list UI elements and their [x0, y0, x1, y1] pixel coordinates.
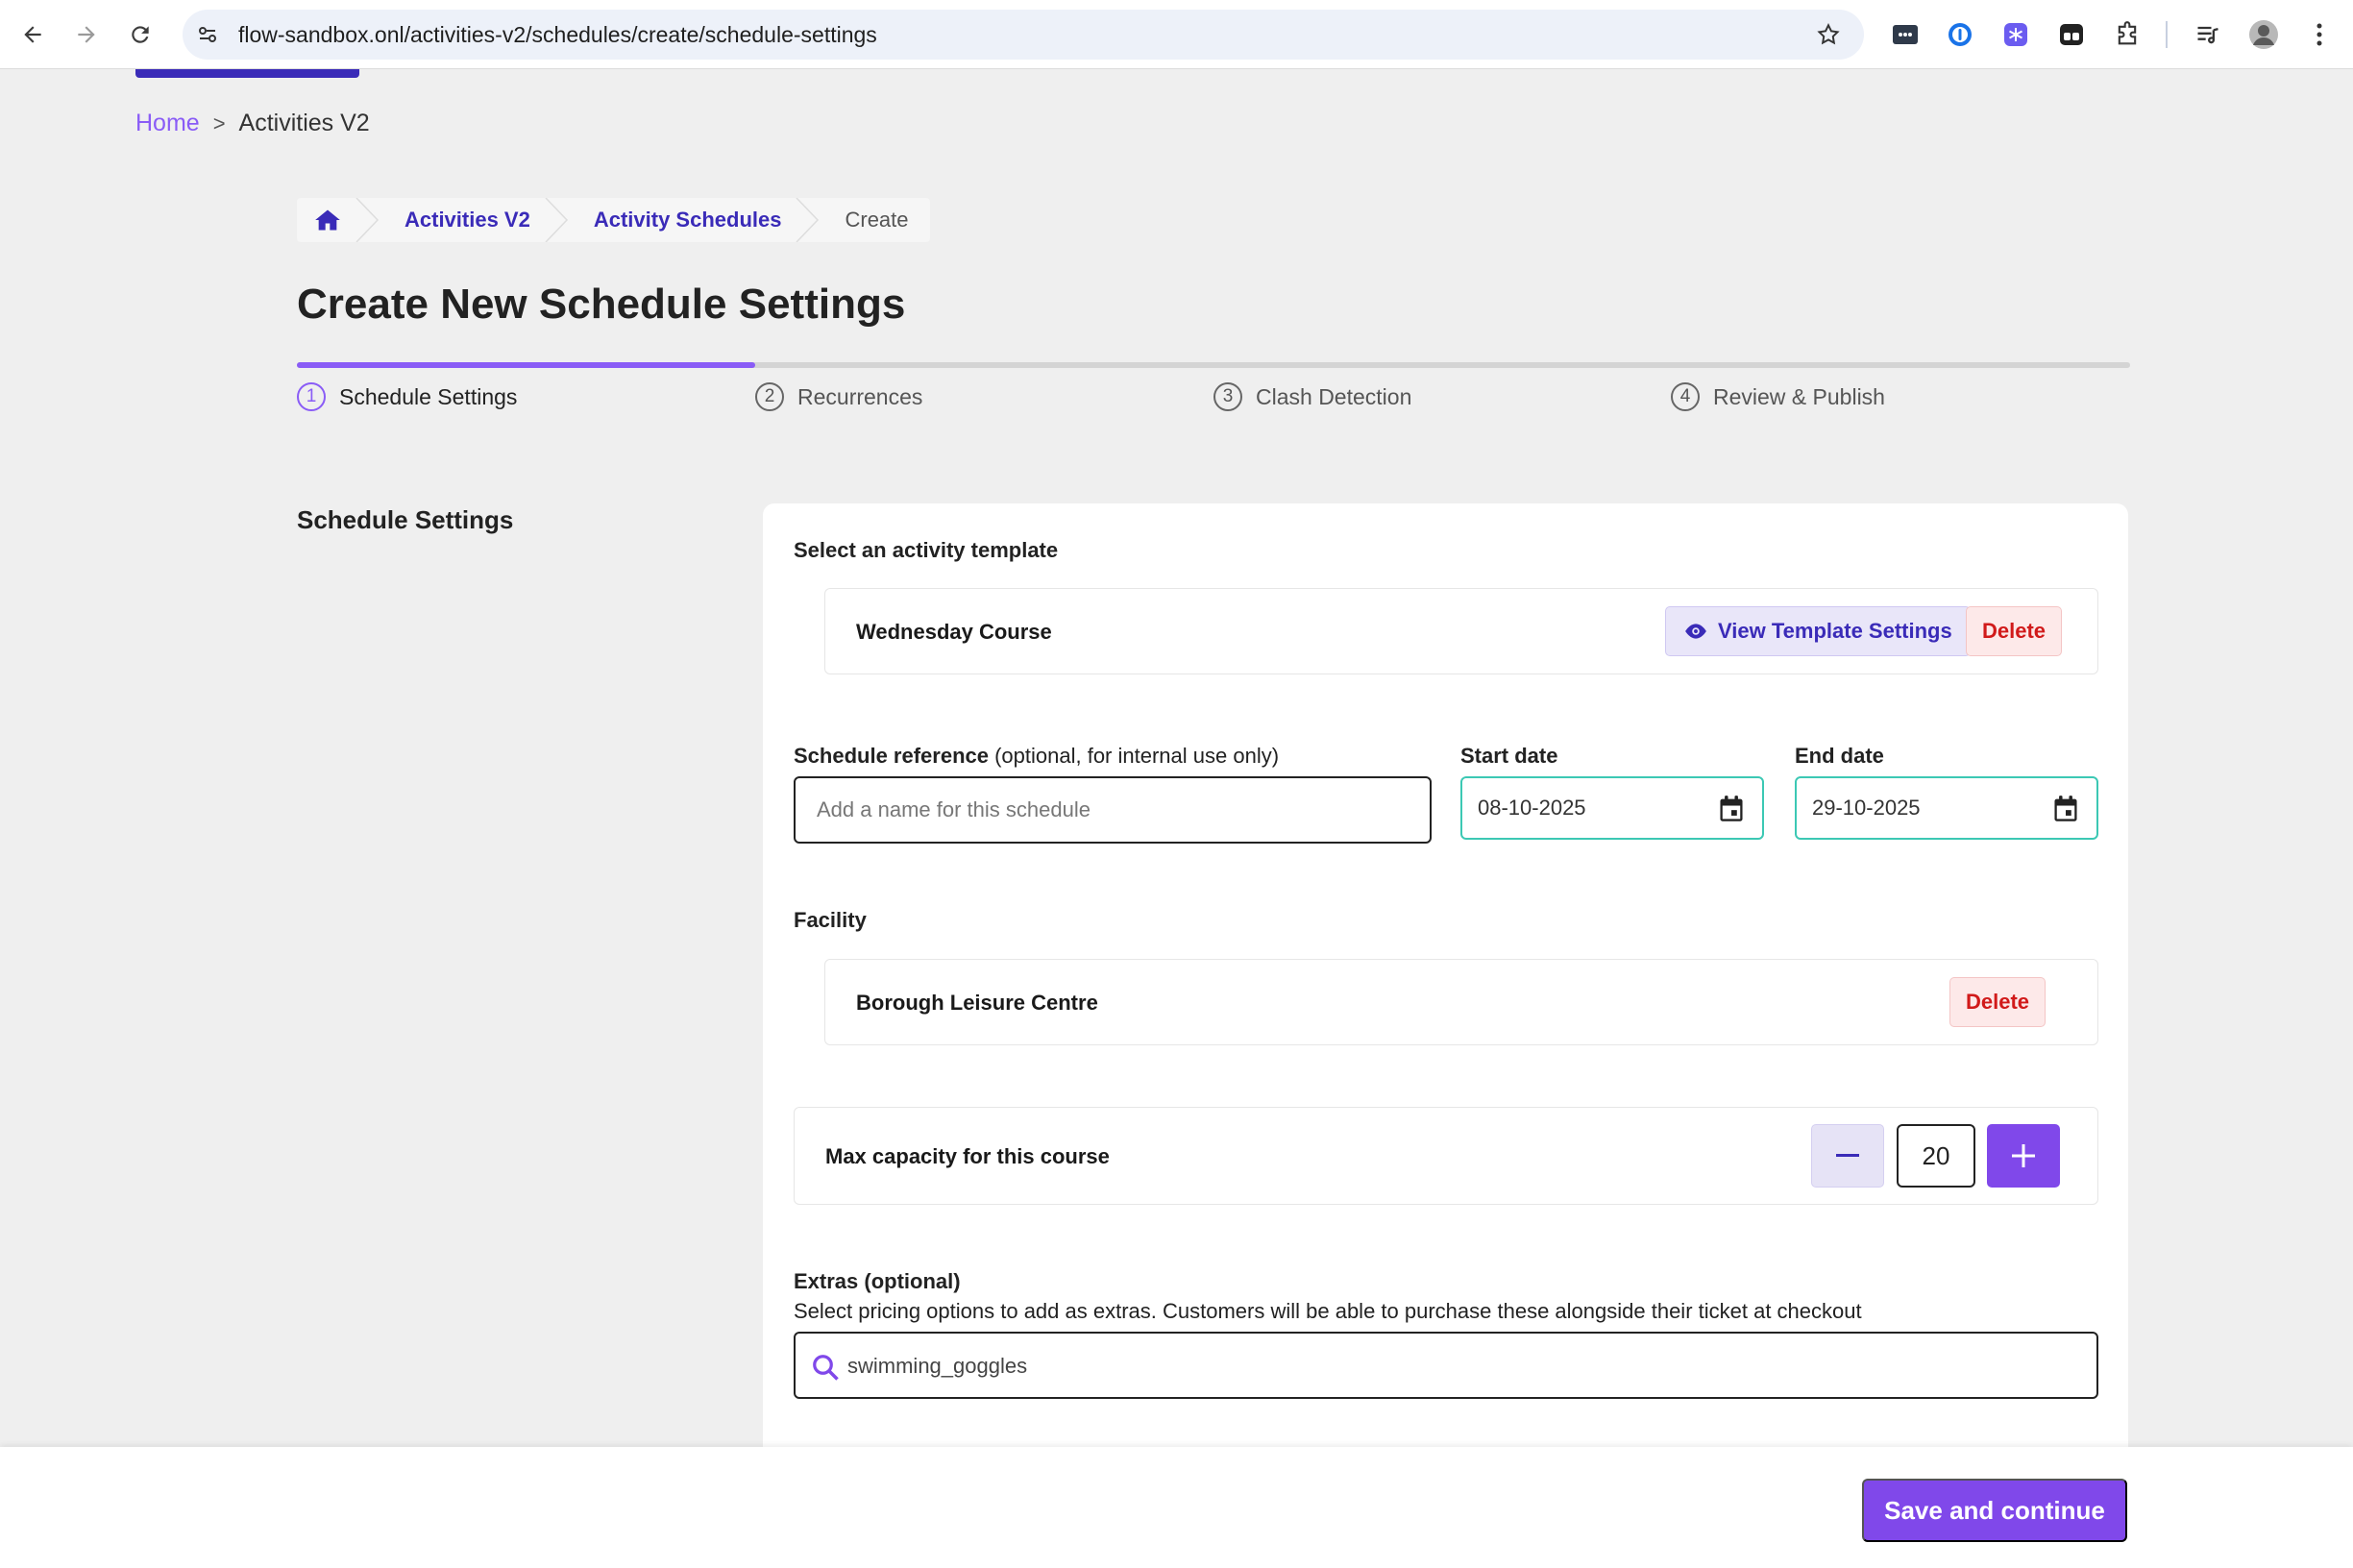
- extras-label: Extras (optional): [794, 1269, 961, 1293]
- capacity-value[interactable]: 20: [1897, 1124, 1975, 1188]
- breadcrumb-schedules-link[interactable]: Activity Schedules: [557, 198, 820, 242]
- step-number: 2: [755, 382, 784, 411]
- capacity-increment-button[interactable]: [1987, 1124, 2060, 1188]
- step-label: Review & Publish: [1713, 383, 1885, 409]
- view-template-settings-button[interactable]: View Template Settings: [1665, 606, 1971, 656]
- extension-snowflake-icon[interactable]: [1998, 17, 2033, 52]
- step-number: 4: [1671, 382, 1700, 411]
- step-label: Clash Detection: [1256, 383, 1412, 409]
- end-date-label: End date: [1795, 744, 1884, 768]
- facility-label: Facility: [794, 908, 867, 932]
- step-number: 1: [297, 382, 326, 411]
- capacity-decrement-button[interactable]: [1811, 1124, 1884, 1188]
- search-icon: [813, 1355, 839, 1381]
- start-date-value: 08-10-2025: [1478, 796, 1586, 820]
- template-label: Select an activity template: [794, 538, 1059, 562]
- schedule-reference-optional-text: (optional, for internal use only): [988, 744, 1280, 768]
- breadcrumb-separator: >: [212, 110, 226, 135]
- capacity-box: Max capacity for this course 20: [794, 1107, 2098, 1205]
- step-clash-detection[interactable]: 3 Clash Detection: [1213, 382, 1411, 411]
- step-review-publish[interactable]: 4 Review & Publish: [1671, 382, 1885, 411]
- breadcrumb-create: Create: [808, 198, 929, 242]
- profile-avatar-icon[interactable]: [2246, 17, 2281, 52]
- media-control-icon[interactable]: [2191, 17, 2225, 52]
- section-label: Schedule Settings: [297, 505, 514, 534]
- template-selected-box: Wednesday Course View Template Settings …: [824, 588, 2098, 674]
- breadcrumb-home-link[interactable]: Home: [135, 110, 200, 137]
- schedule-reference-label-text: Schedule reference: [794, 744, 989, 768]
- breadcrumb-current: Activities V2: [238, 110, 370, 136]
- page-title: Create New Schedule Settings: [297, 281, 906, 328]
- chevron-right-icon: [545, 198, 568, 242]
- arrow-breadcrumb: Activities V2 Activity Schedules Create: [297, 198, 930, 242]
- extensions-puzzle-icon[interactable]: [2110, 17, 2145, 52]
- breadcrumb-activities-link[interactable]: Activities V2: [368, 198, 568, 242]
- reload-icon[interactable]: [123, 17, 158, 52]
- toolbar-divider: [2166, 21, 2168, 48]
- address-bar[interactable]: flow-sandbox.onl/activities-v2/schedules…: [183, 10, 1864, 60]
- step-progress-fill: [297, 362, 755, 368]
- step-recurrences[interactable]: 2 Recurrences: [755, 382, 922, 411]
- extras-description: Select pricing options to add as extras.…: [794, 1299, 1862, 1323]
- capacity-label: Max capacity for this course: [825, 1144, 1110, 1168]
- chevron-right-icon: [355, 198, 380, 242]
- end-date-field[interactable]: 29-10-2025: [1795, 776, 2098, 840]
- view-template-settings-label: View Template Settings: [1718, 619, 1952, 643]
- header-accent-bar: [135, 69, 359, 78]
- step-schedule-settings[interactable]: 1 Schedule Settings: [297, 382, 517, 411]
- extras-search-value: swimming_goggles: [847, 1354, 1028, 1378]
- extras-search-input[interactable]: swimming_goggles: [794, 1332, 2098, 1399]
- calendar-icon[interactable]: [1718, 795, 1745, 823]
- minus-icon: [1836, 1154, 1859, 1157]
- eye-icon: [1685, 624, 1706, 639]
- breadcrumb-activities-label: Activities V2: [404, 208, 530, 232]
- start-date-label: Start date: [1460, 744, 1558, 768]
- breadcrumb-home-icon[interactable]: [297, 198, 380, 242]
- breadcrumb-create-label: Create: [845, 208, 909, 232]
- calendar-icon[interactable]: [2052, 795, 2079, 823]
- back-arrow-icon[interactable]: [15, 17, 50, 52]
- step-label: Schedule Settings: [339, 383, 518, 409]
- forward-arrow-icon[interactable]: [69, 17, 104, 52]
- schedule-reference-input[interactable]: [794, 776, 1432, 844]
- save-and-continue-button[interactable]: Save and continue: [1862, 1479, 2127, 1542]
- site-settings-icon[interactable]: [194, 21, 221, 48]
- settings-card: Select an activity template Wednesday Co…: [763, 503, 2128, 1464]
- breadcrumb: Home > Activities V2: [135, 110, 370, 137]
- extension-reader-icon[interactable]: [2054, 17, 2089, 52]
- url-text[interactable]: flow-sandbox.onl/activities-v2/schedules…: [238, 22, 877, 48]
- end-date-value: 29-10-2025: [1812, 796, 1921, 820]
- breadcrumb-schedules-label: Activity Schedules: [593, 208, 782, 232]
- step-label: Recurrences: [797, 383, 923, 409]
- bookmark-star-icon[interactable]: [1814, 20, 1843, 49]
- delete-template-button[interactable]: Delete: [1966, 606, 2062, 656]
- browser-toolbar: flow-sandbox.onl/activities-v2/schedules…: [0, 0, 2353, 69]
- start-date-field[interactable]: 08-10-2025: [1460, 776, 1764, 840]
- step-number: 3: [1213, 382, 1242, 411]
- step-progress-bar: [297, 362, 2130, 368]
- extension-1password-icon[interactable]: [1943, 17, 1977, 52]
- schedule-reference-label: Schedule reference (optional, for intern…: [794, 744, 1279, 769]
- chevron-right-icon: [796, 198, 820, 242]
- template-name: Wednesday Course: [856, 620, 1052, 644]
- extension-password-icon[interactable]: [1888, 17, 1923, 52]
- chrome-menu-icon[interactable]: [2302, 17, 2337, 52]
- facility-name: Borough Leisure Centre: [856, 991, 1098, 1015]
- facility-selected-box: Borough Leisure Centre Delete: [824, 959, 2098, 1045]
- plus-icon: [2012, 1144, 2035, 1167]
- delete-facility-button[interactable]: Delete: [1949, 977, 2046, 1027]
